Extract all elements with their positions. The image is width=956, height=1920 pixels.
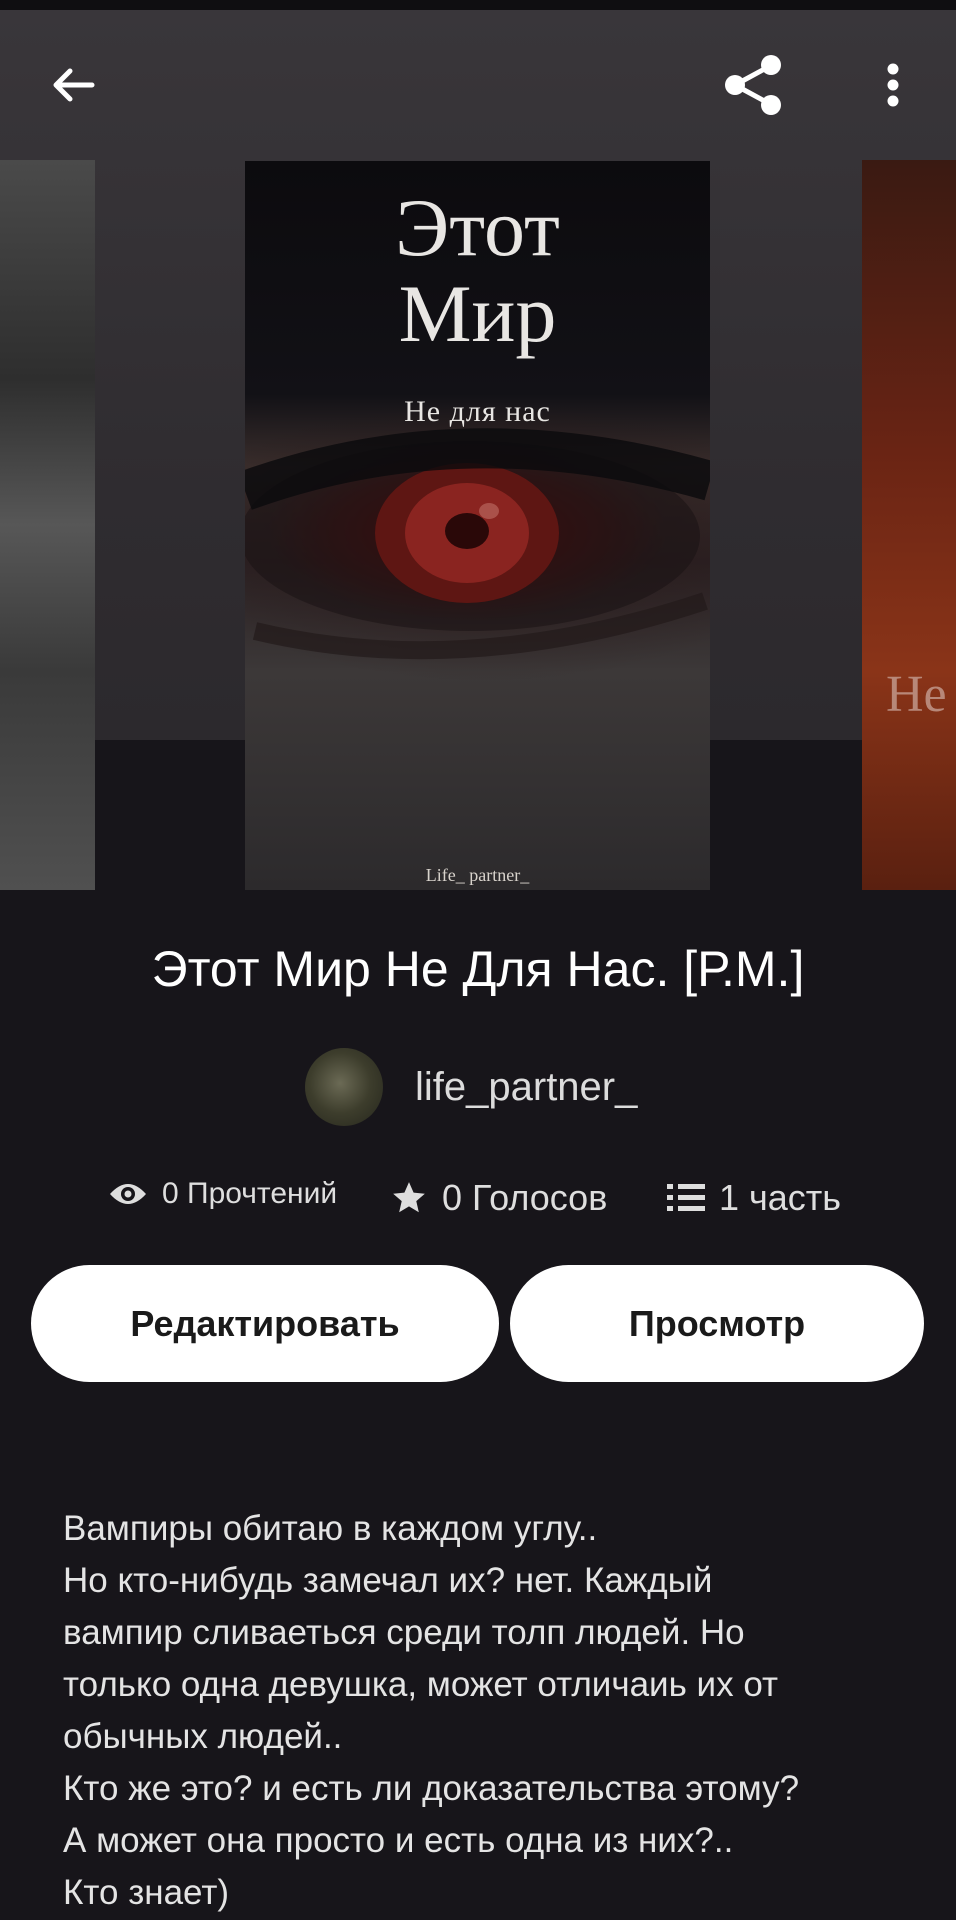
- eye-icon: [110, 1184, 146, 1204]
- book-title: Этот Мир Не Для Нас. [Р.М.]: [151, 941, 805, 997]
- previous-cover[interactable]: [0, 160, 95, 890]
- description-line: А может она просто и есть одна из них?..: [63, 1821, 734, 1860]
- book-cover[interactable]: Этот Мир Не для нас Life_ partner_: [245, 161, 710, 890]
- status-bar: [0, 0, 956, 10]
- description-line: вампир сливаеться среди толп людей. Но: [63, 1613, 745, 1652]
- share-icon: [725, 55, 781, 115]
- cover-subtitle: Не для нас: [404, 395, 551, 428]
- star-icon: [393, 1182, 425, 1213]
- reads-count: 0 Прочтений: [162, 1177, 338, 1210]
- description-line: Кто же это? и есть ли доказательства это…: [63, 1769, 800, 1808]
- story-stats: 0 Прочтений 0 Голосов 1 часть: [0, 1172, 956, 1232]
- back-button[interactable]: [28, 40, 118, 130]
- description-line: Вампиры обитаю в каждом углу..: [63, 1509, 598, 1548]
- edit-button[interactable]: Редактировать: [31, 1265, 499, 1382]
- story-description: Вампиры обитаю в каждом углу.. Но кто-ни…: [63, 1503, 913, 1919]
- next-cover-text: Не: [886, 666, 947, 723]
- arrow-left-icon: [53, 68, 95, 102]
- more-vertical-icon: [887, 63, 899, 107]
- avatar[interactable]: [305, 1048, 383, 1126]
- description-line: Но кто-нибудь замечал их? нет. Каждый: [63, 1561, 713, 1600]
- more-options-button[interactable]: [848, 40, 938, 130]
- votes-count: 0 Голосов: [442, 1177, 608, 1218]
- description-line: только одна девушка, может отличаиь их о…: [63, 1665, 779, 1704]
- cover-signature: Life_ partner_: [425, 865, 530, 885]
- cover-title-line1: Этот: [395, 182, 560, 273]
- share-button[interactable]: [708, 40, 798, 130]
- author-name[interactable]: life_partner_: [415, 1065, 637, 1110]
- next-cover[interactable]: Не: [862, 160, 956, 890]
- cover-carousel[interactable]: Не Этот Мир Не для нас Life_ partner_: [0, 10, 956, 890]
- parts-stat: 1 часть: [667, 1177, 841, 1219]
- cover-title-line2: Мир: [398, 268, 557, 359]
- preview-button[interactable]: Просмотр: [510, 1265, 924, 1382]
- author-link[interactable]: life_partner_: [305, 1048, 637, 1126]
- description-line: Кто знает): [63, 1873, 230, 1912]
- parts-count: 1 часть: [719, 1177, 842, 1218]
- list-icon: [667, 1184, 705, 1211]
- reads-stat: 0 Прочтений: [108, 1177, 337, 1211]
- description-line: обычных людей..: [63, 1717, 343, 1756]
- votes-stat: 0 Голосов: [390, 1177, 607, 1219]
